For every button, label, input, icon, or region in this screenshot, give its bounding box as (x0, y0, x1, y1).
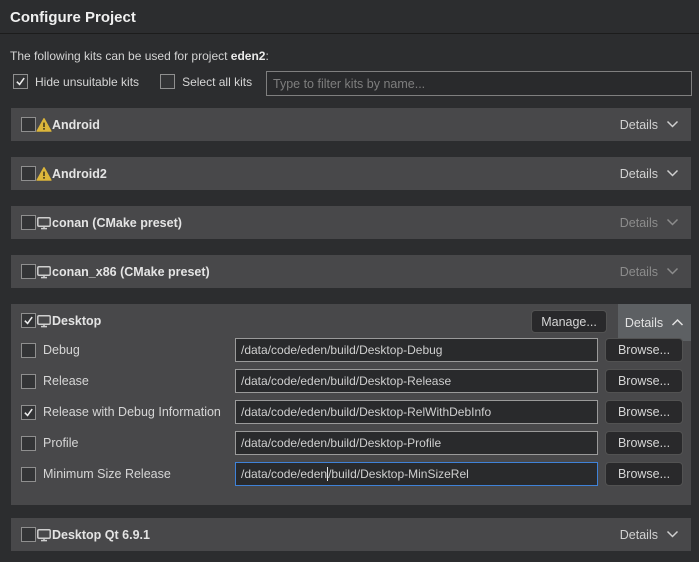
chevron-down-icon (666, 120, 679, 129)
desktop-icon (36, 313, 52, 329)
kit-name: Android2 (52, 167, 107, 181)
browse-button[interactable]: Browse... (605, 369, 683, 393)
kit-checkbox[interactable] (21, 527, 36, 542)
desktop-icon (36, 264, 52, 280)
build-dir-input-profile[interactable] (235, 431, 598, 455)
kit-name: conan_x86 (CMake preset) (52, 265, 210, 279)
build-config-label: Debug (39, 343, 229, 357)
build-config-label: Minimum Size Release (39, 467, 229, 481)
chevron-down-icon (666, 530, 679, 539)
build-dir-input-relwithdebinfo[interactable] (235, 400, 598, 424)
kit-checkbox[interactable] (21, 215, 36, 230)
build-config-checkbox[interactable] (21, 343, 36, 358)
kit-row-conan-x86: conan_x86 (CMake preset) Details (11, 255, 691, 288)
build-config-checkbox[interactable] (21, 405, 36, 420)
checkmark-icon (15, 76, 26, 87)
manage-kits-button[interactable]: Manage... (531, 310, 607, 333)
kit-checkbox[interactable] (21, 117, 36, 132)
desktop-icon (36, 215, 52, 231)
build-config-row-debug: Debug Browse... (11, 338, 691, 362)
build-config-row-profile: Profile Browse... (11, 431, 691, 455)
kit-section-desktop: Desktop Manage... Details Debug Browse..… (11, 304, 691, 505)
select-all-label: Select all kits (182, 75, 252, 89)
build-dir-input-release[interactable] (235, 369, 598, 393)
kit-filter-input[interactable] (266, 71, 692, 96)
build-dir-input-minsizerel-focused[interactable]: /data/code/eden/build/Desktop-MinSizeRel (235, 462, 598, 486)
details-button[interactable]: Details (620, 118, 679, 132)
chevron-down-icon (666, 218, 679, 227)
warning-icon (36, 117, 52, 133)
kit-checkbox[interactable] (21, 313, 36, 328)
kit-name: conan (CMake preset) (52, 216, 182, 230)
kit-row-android: Android Details (11, 108, 691, 141)
build-config-checkbox[interactable] (21, 374, 36, 389)
chevron-down-icon (666, 169, 679, 178)
chevron-down-icon (666, 267, 679, 276)
kit-checkbox[interactable] (21, 166, 36, 181)
build-config-row-relwithdebinfo: Release with Debug Information Browse... (11, 400, 691, 424)
kit-row-conan: conan (CMake preset) Details (11, 206, 691, 239)
title-separator (0, 33, 699, 34)
details-button[interactable]: Details (620, 167, 679, 181)
project-name: eden2 (231, 49, 266, 63)
browse-button[interactable]: Browse... (605, 431, 683, 455)
build-config-row-release: Release Browse... (11, 369, 691, 393)
kit-row-desktop-qt: Desktop Qt 6.9.1 Details (11, 518, 691, 551)
build-config-row-minsizerel: Minimum Size Release /data/code/eden/bui… (11, 462, 691, 486)
details-button: Details (620, 216, 679, 230)
select-all-kits-option[interactable]: Select all kits (160, 74, 252, 89)
select-all-checkbox[interactable] (160, 74, 175, 89)
hide-unsuitable-kits-option[interactable]: Hide unsuitable kits (13, 74, 139, 89)
kit-row-desktop: Desktop Manage... Details (11, 304, 691, 337)
kits-description: The following kits can be used for proje… (10, 49, 269, 63)
kit-checkbox[interactable] (21, 264, 36, 279)
build-config-checkbox[interactable] (21, 436, 36, 451)
kit-name: Desktop (52, 314, 101, 328)
hide-unsuitable-label: Hide unsuitable kits (35, 75, 139, 89)
browse-button[interactable]: Browse... (605, 400, 683, 424)
details-button-expanded[interactable]: Details (618, 304, 691, 341)
details-button: Details (620, 265, 679, 279)
page-title: Configure Project (10, 9, 136, 26)
checkmark-icon (23, 315, 34, 326)
kit-name: Desktop Qt 6.9.1 (52, 528, 150, 542)
browse-button[interactable]: Browse... (605, 338, 683, 362)
desktop-icon (36, 527, 52, 543)
kit-row-android2: Android2 Details (11, 157, 691, 190)
build-dir-input-debug[interactable] (235, 338, 598, 362)
checkmark-icon (23, 407, 34, 418)
kit-name: Android (52, 118, 100, 132)
chevron-up-icon (671, 318, 684, 327)
build-config-label: Release with Debug Information (39, 405, 229, 419)
details-button[interactable]: Details (620, 528, 679, 542)
build-config-label: Profile (39, 436, 229, 450)
browse-button[interactable]: Browse... (605, 462, 683, 486)
build-config-checkbox[interactable] (21, 467, 36, 482)
build-config-label: Release (39, 374, 229, 388)
warning-icon (36, 166, 52, 182)
hide-unsuitable-checkbox[interactable] (13, 74, 28, 89)
